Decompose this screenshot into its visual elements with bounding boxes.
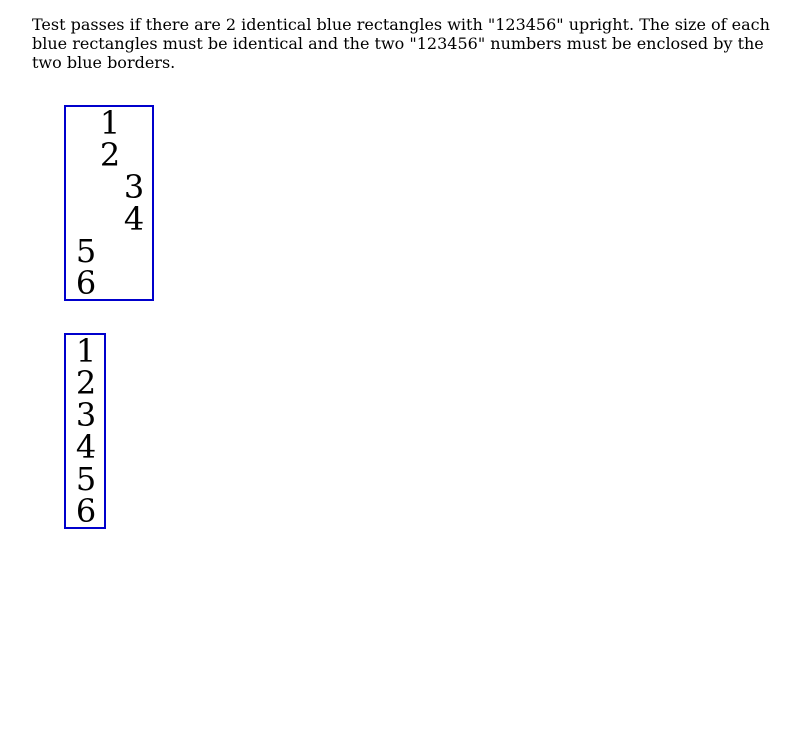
second-box-digit-2: 2 — [75, 364, 97, 402]
second-box-digit-5: 5 — [75, 460, 97, 498]
first-box-digit-6: 6 — [75, 264, 97, 302]
second-box-digit-4: 4 — [75, 428, 97, 466]
first-box-digit-2: 2 — [99, 136, 121, 174]
test-instructions: Test passes if there are 2 identical blu… — [32, 15, 770, 72]
first-blue-rectangle: 1 2 3 4 5 6 — [64, 105, 154, 301]
second-blue-rectangle: 1 2 3 4 5 6 — [64, 333, 106, 529]
first-box-digit-3: 3 — [123, 168, 145, 206]
first-box-digit-4: 4 — [123, 200, 145, 238]
second-box-digit-1: 1 — [75, 332, 97, 370]
second-box-digit-3: 3 — [75, 396, 97, 434]
first-box-digit-5: 5 — [75, 232, 97, 270]
second-box-digit-6: 6 — [75, 492, 97, 530]
test-page: { "instructions": "Test passes if there … — [0, 0, 800, 729]
first-box-digit-1: 1 — [99, 104, 121, 142]
